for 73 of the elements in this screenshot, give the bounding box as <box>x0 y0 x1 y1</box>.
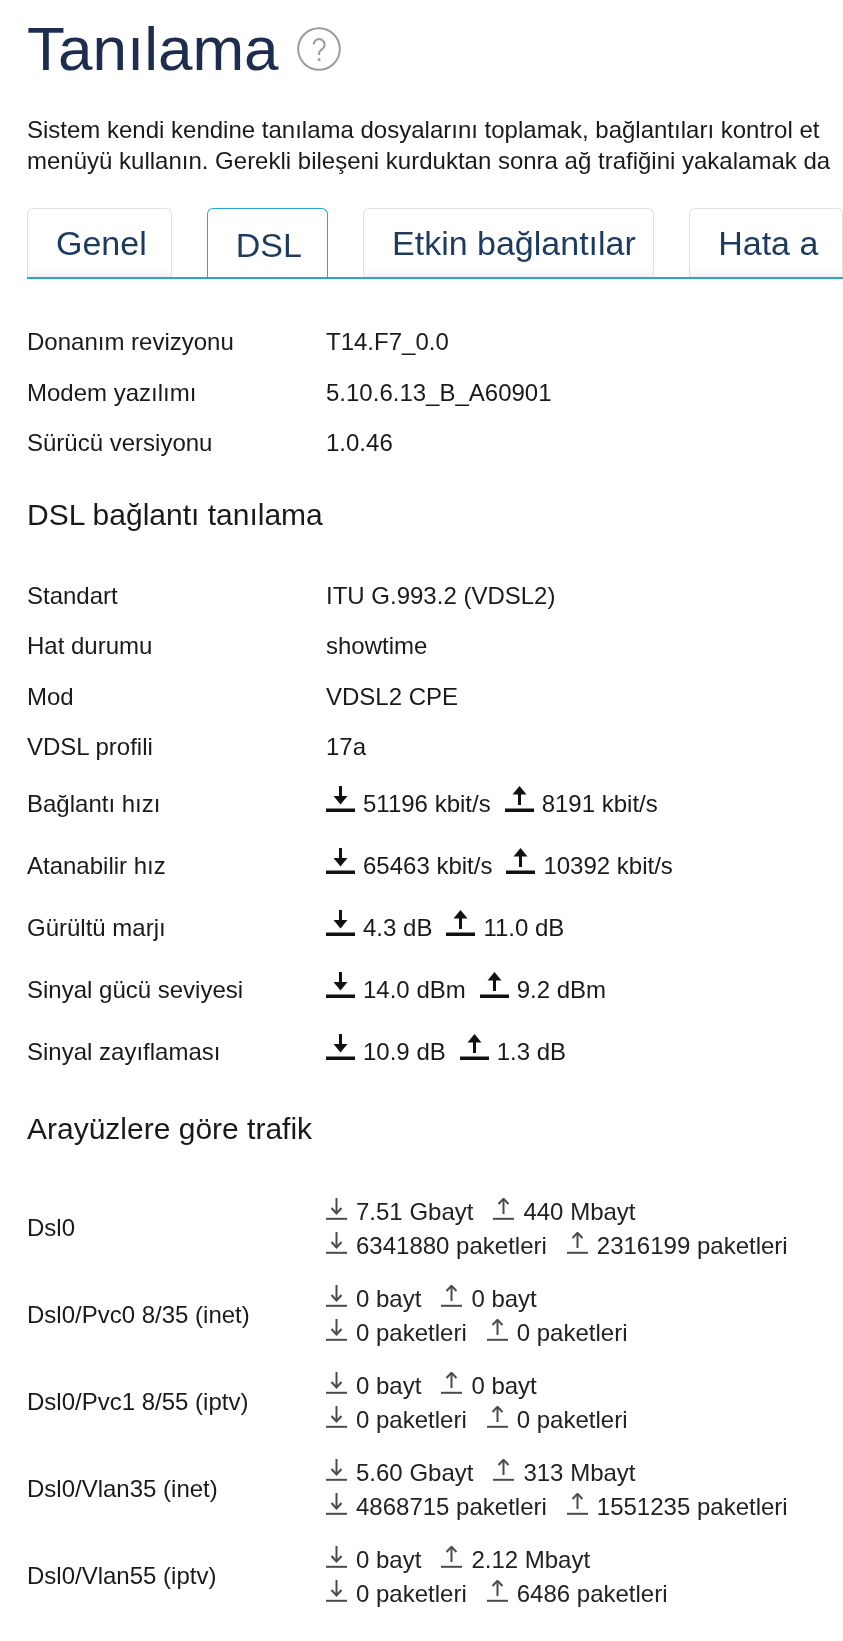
field-value: 1.0.46 <box>326 428 393 459</box>
up-arrow-icon <box>504 785 534 812</box>
interface-label: Dsl0/Pvc1 8/55 (iptv) <box>27 1387 250 1417</box>
up-arrow-icon <box>506 847 536 874</box>
traffic-value: 440 Mbayt <box>523 1197 636 1227</box>
field-value: showtime <box>326 631 428 662</box>
traffic-value: 2316199 paketleri <box>596 1231 788 1261</box>
field-label: Modem yazılımı <box>27 377 198 408</box>
traffic-value: 4868715 paketleri <box>356 1492 547 1522</box>
traffic-value: 6486 paketleri <box>516 1579 668 1609</box>
field-label: Bağlantı hızı <box>27 788 162 819</box>
up-arrow-icon <box>459 1033 489 1060</box>
field-value: 11.0 dB <box>483 912 565 943</box>
field-label: Hat durumu <box>27 631 154 662</box>
field-value: 10.9 dB <box>363 1036 446 1067</box>
field-value: 9.2 dBm <box>516 974 607 1005</box>
field-value: 4.3 dB <box>363 912 433 943</box>
field-value: 65463 kbit/s <box>363 850 493 881</box>
field-label: VDSL profili <box>27 732 154 763</box>
down-arrow-icon <box>326 1033 355 1060</box>
traffic-value: 313 Mbayt <box>523 1458 636 1488</box>
traffic-value: 0 paketleri <box>356 1579 467 1609</box>
description-text: Sistem kendi kendine tanılama dosyalarını toplamak, bağlantıları kontrol et menüyü kullanın. Gerekli bileşeni kurduktan sonra ağ trafiğini yakalamak da <box>27 115 832 176</box>
traffic-value: 0 bayt <box>356 1284 422 1314</box>
traffic-value: 7.51 Gbayt <box>356 1197 474 1227</box>
tab[interactable]: Etkin bağlantılar <box>363 208 655 277</box>
traffic-value: 5.60 Gbayt <box>356 1458 474 1488</box>
field-label: Donanım revizyonu <box>27 327 235 358</box>
traffic-value: 6341880 paketleri <box>356 1231 547 1261</box>
down-arrow-icon <box>326 847 355 874</box>
field-value: 10392 kbit/s <box>543 850 673 881</box>
field-label: Sinyal gücü seviyesi <box>27 974 245 1005</box>
tab[interactable]: Hata a <box>689 208 843 277</box>
field-value: 8191 kbit/s <box>541 788 658 819</box>
interface-label: Dsl0/Vlan55 (iptv) <box>27 1561 218 1591</box>
traffic-value: 0 paketleri <box>516 1405 628 1435</box>
field-value: VDSL2 CPE <box>326 681 459 712</box>
down-arrow-icon <box>326 971 355 998</box>
traffic-value: 0 paketleri <box>356 1405 467 1435</box>
traffic-value: 0 bayt <box>356 1545 422 1575</box>
field-value: 14.0 dBm <box>363 974 466 1005</box>
field-label: Sürücü versiyonu <box>27 428 214 459</box>
interface-label: Dsl0/Vlan35 (inet) <box>27 1474 219 1504</box>
field-label: Gürültü marjı <box>27 912 167 943</box>
up-arrow-icon <box>446 909 476 936</box>
field-label: Sinyal zayıflaması <box>27 1036 222 1067</box>
traffic-value: 1551235 paketleri <box>596 1492 788 1522</box>
field-label: Standart <box>27 580 119 611</box>
field-value: 51196 kbit/s <box>363 788 491 819</box>
field-value: 5.10.6.13_B_A60901 <box>326 377 552 408</box>
interface-label: Dsl0/Pvc0 8/35 (inet) <box>27 1300 251 1330</box>
traffic-value: 2.12 Mbayt <box>471 1545 591 1575</box>
traffic-value: 0 bayt <box>471 1284 537 1314</box>
traffic-value: 0 bayt <box>471 1371 537 1401</box>
field-label: Atanabilir hız <box>27 850 167 881</box>
section-heading: Arayüzlere göre trafik <box>27 1110 314 1147</box>
tab[interactable]: Genel <box>27 208 172 277</box>
field-value: ITU G.993.2 (VDSL2) <box>326 580 556 611</box>
field-value: 1.3 dB <box>496 1036 567 1067</box>
help-icon[interactable] <box>296 26 341 71</box>
section-heading: DSL bağlantı tanılama <box>27 496 324 533</box>
down-arrow-icon <box>326 909 355 936</box>
traffic-value: 0 bayt <box>356 1371 422 1401</box>
down-arrow-icon <box>326 785 355 812</box>
page-title: Tanılama <box>27 13 279 85</box>
traffic-value: 0 paketleri <box>516 1318 628 1348</box>
field-value: T14.F7_0.0 <box>326 327 449 358</box>
field-label: Mod <box>27 681 75 712</box>
up-arrow-icon <box>479 971 509 998</box>
field-value: 17a <box>326 732 367 763</box>
interface-label: Dsl0 <box>27 1213 76 1243</box>
tab[interactable]: DSL <box>206 208 328 277</box>
traffic-value: 0 paketleri <box>356 1318 467 1348</box>
